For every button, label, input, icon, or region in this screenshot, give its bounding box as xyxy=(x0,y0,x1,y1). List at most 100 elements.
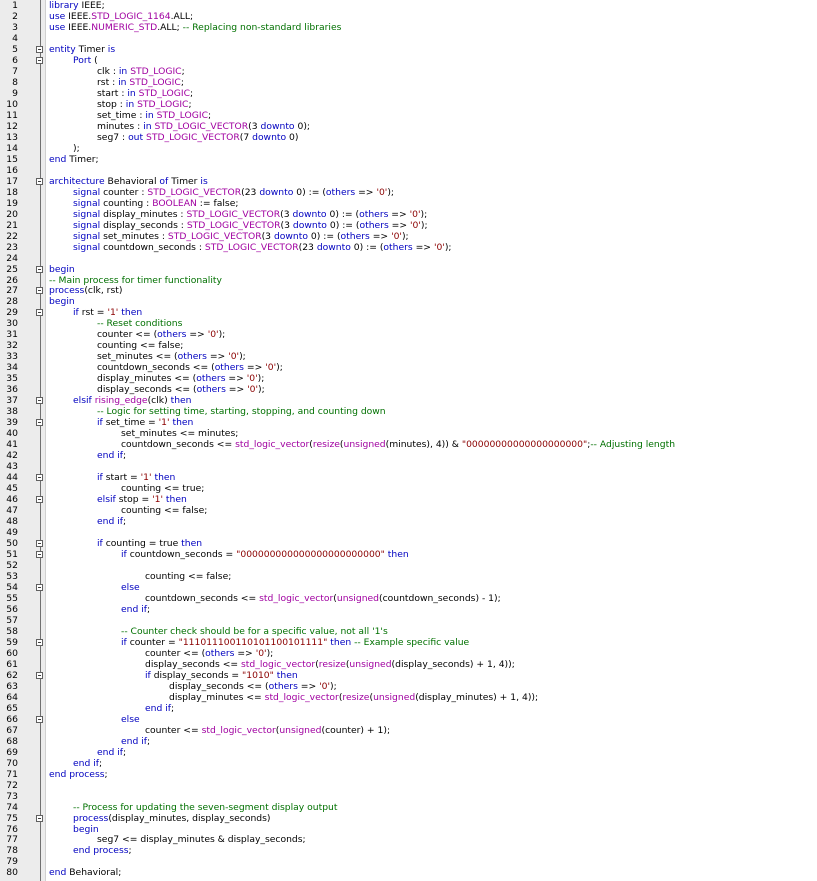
code-text[interactable]: if set_time = '1' then xyxy=(97,417,193,428)
code-text[interactable]: signal counting : BOOLEAN := false; xyxy=(73,198,238,209)
code-line[interactable]: 61 display_seconds <= std_logic_vector(re… xyxy=(0,659,817,670)
code-line[interactable]: 49 xyxy=(0,527,817,538)
code-line[interactable]: 10 stop : in STD_LOGIC; xyxy=(0,99,817,110)
code-line[interactable]: 66 else xyxy=(0,714,817,725)
code-text[interactable]: counter <= (others => '0'); xyxy=(97,329,225,340)
collapse-fold-icon[interactable] xyxy=(36,397,43,405)
code-line[interactable]: 67 counter <= std_logic_vector(unsigned(c… xyxy=(0,725,817,736)
code-text[interactable]: display_seconds <= (others => '0'); xyxy=(169,681,337,692)
code-text[interactable]: if rst = '1' then xyxy=(73,307,142,318)
code-line[interactable]: 60 counter <= (others => '0'); xyxy=(0,648,817,659)
code-line[interactable]: 75 process(display_minutes, display_secon… xyxy=(0,813,817,824)
code-line[interactable]: 20 signal display_minutes : STD_LOGIC_VEC… xyxy=(0,209,817,220)
code-text[interactable]: architecture Behavioral of Timer is xyxy=(49,176,208,187)
code-line[interactable]: 77 seg7 <= display_minutes & display_seco… xyxy=(0,834,817,845)
code-text[interactable]: if start = '1' then xyxy=(97,472,175,483)
code-text[interactable]: if display_seconds = "1010" then xyxy=(145,670,298,681)
code-text[interactable]: -- Reset conditions xyxy=(97,318,182,329)
code-line[interactable]: 34 countdown_seconds <= (others => '0'); xyxy=(0,362,817,373)
code-line[interactable]: 53 counting <= false; xyxy=(0,571,817,582)
code-line[interactable]: 76 begin xyxy=(0,824,817,835)
code-text[interactable]: end if; xyxy=(145,703,174,714)
code-line[interactable]: 58 -- Counter check should be for a speci… xyxy=(0,626,817,637)
code-text[interactable]: signal set_minutes : STD_LOGIC_VECTOR(3 … xyxy=(73,231,409,242)
code-line[interactable]: 45 counting <= true; xyxy=(0,483,817,494)
code-text[interactable]: display_minutes <= std_logic_vector(resi… xyxy=(169,692,538,703)
code-line[interactable]: 73 xyxy=(0,791,817,802)
code-text[interactable]: countdown_seconds <= std_logic_vector(re… xyxy=(121,439,675,450)
code-line[interactable]: 18 signal counter : STD_LOGIC_VECTOR(23 d… xyxy=(0,187,817,198)
code-text[interactable]: end process; xyxy=(73,845,132,856)
code-line[interactable]: 37 elsif rising_edge(clk) then xyxy=(0,395,817,406)
code-text[interactable]: use IEEE.STD_LOGIC_1164.ALL; xyxy=(49,11,193,22)
code-text[interactable]: seg7 : out STD_LOGIC_VECTOR(7 downto 0) xyxy=(97,132,298,143)
code-text[interactable]: signal countdown_seconds : STD_LOGIC_VEC… xyxy=(73,242,452,253)
code-line[interactable]: 3 use IEEE.NUMERIC_STD.ALL; -- Replacing … xyxy=(0,22,817,33)
code-text[interactable]: process(clk, rst) xyxy=(49,285,122,296)
code-text[interactable]: seg7 <= display_minutes & display_second… xyxy=(97,834,306,845)
code-line[interactable]: 48 end if; xyxy=(0,516,817,527)
code-text[interactable]: end if; xyxy=(97,747,126,758)
collapse-fold-icon[interactable] xyxy=(36,583,43,591)
collapse-fold-icon[interactable] xyxy=(36,496,43,504)
code-text[interactable]: end if; xyxy=(121,736,150,747)
code-text[interactable]: library IEEE; xyxy=(49,0,105,11)
code-text[interactable]: clk : in STD_LOGIC; xyxy=(97,66,185,77)
code-editor[interactable]: 1 library IEEE; 2 use IEEE.STD_LOGIC_1164.A… xyxy=(0,0,817,881)
code-text[interactable]: signal counter : STD_LOGIC_VECTOR(23 dow… xyxy=(73,187,394,198)
code-text[interactable]: display_minutes <= (others => '0'); xyxy=(97,373,264,384)
code-text[interactable]: elsif rising_edge(clk) then xyxy=(73,395,192,406)
code-line[interactable]: 19 signal counting : BOOLEAN := false; xyxy=(0,198,817,209)
collapse-fold-icon[interactable] xyxy=(36,474,43,482)
code-line[interactable]: 9 start : in STD_LOGIC; xyxy=(0,88,817,99)
code-line[interactable]: 22 signal set_minutes : STD_LOGIC_VECTOR(… xyxy=(0,231,817,242)
code-line[interactable]: 30 -- Reset conditions xyxy=(0,318,817,329)
code-line[interactable]: 69 end if; xyxy=(0,747,817,758)
code-line[interactable]: 38 -- Logic for setting time, starting, s… xyxy=(0,406,817,417)
code-line[interactable]: 59 if counter = "111011100110101100101111… xyxy=(0,637,817,648)
collapse-fold-icon[interactable] xyxy=(36,715,43,723)
code-line[interactable]: 79 xyxy=(0,856,817,867)
code-line[interactable]: 15 end Timer; xyxy=(0,154,817,165)
code-line[interactable]: 63 display_seconds <= (others => '0'); xyxy=(0,681,817,692)
code-text[interactable]: if counter = "111011100110101100101111" … xyxy=(121,637,469,648)
code-text[interactable]: countdown_seconds <= std_logic_vector(un… xyxy=(145,593,501,604)
code-line[interactable]: 2 use IEEE.STD_LOGIC_1164.ALL; xyxy=(0,11,817,22)
code-line[interactable]: 47 counting <= false; xyxy=(0,505,817,516)
code-line[interactable]: 36 display_seconds <= (others => '0'); xyxy=(0,384,817,395)
code-line[interactable]: 62 if display_seconds = "1010" then xyxy=(0,670,817,681)
code-line[interactable]: 8 rst : in STD_LOGIC; xyxy=(0,77,817,88)
code-line[interactable]: 65 end if; xyxy=(0,703,817,714)
code-text[interactable]: counter <= (others => '0'); xyxy=(145,648,273,659)
code-line[interactable]: 39 if set_time = '1' then xyxy=(0,417,817,428)
code-line[interactable]: 40 set_minutes <= minutes; xyxy=(0,428,817,439)
collapse-fold-icon[interactable] xyxy=(36,287,43,295)
code-line[interactable]: 24 xyxy=(0,253,817,264)
code-line[interactable]: 41 countdown_seconds <= std_logic_vector(… xyxy=(0,439,817,450)
code-line[interactable]: 50 if counting = true then xyxy=(0,538,817,549)
code-text[interactable]: start : in STD_LOGIC; xyxy=(97,88,193,99)
code-line[interactable]: 70 end if; xyxy=(0,758,817,769)
code-line[interactable]: 1 library IEEE; xyxy=(0,0,817,11)
collapse-fold-icon[interactable] xyxy=(36,309,43,317)
code-text[interactable]: entity Timer is xyxy=(49,44,115,55)
code-line[interactable]: 72 xyxy=(0,780,817,791)
code-text[interactable]: countdown_seconds <= (others => '0'); xyxy=(97,362,283,373)
code-line[interactable]: 55 countdown_seconds <= std_logic_vector(… xyxy=(0,593,817,604)
collapse-fold-icon[interactable] xyxy=(36,45,43,53)
code-text[interactable]: begin xyxy=(49,264,75,275)
code-text[interactable]: minutes : in STD_LOGIC_VECTOR(3 downto 0… xyxy=(97,121,310,132)
collapse-fold-icon[interactable] xyxy=(36,814,43,822)
code-line[interactable]: 74 -- Process for updating the seven-segm… xyxy=(0,802,817,813)
code-text[interactable]: display_seconds <= std_logic_vector(resi… xyxy=(145,659,515,670)
code-line[interactable]: 6 Port ( xyxy=(0,55,817,66)
code-text[interactable]: end if; xyxy=(121,604,150,615)
code-text[interactable]: begin xyxy=(73,824,99,835)
code-text[interactable]: counting <= true; xyxy=(121,483,204,494)
code-line[interactable]: 5 entity Timer is xyxy=(0,44,817,55)
code-line[interactable]: 31 counter <= (others => '0'); xyxy=(0,329,817,340)
code-line[interactable]: 26 -- Main process for timer functionalit… xyxy=(0,275,817,286)
code-line[interactable]: 28 begin xyxy=(0,296,817,307)
code-text[interactable]: end Timer; xyxy=(49,154,99,165)
code-line[interactable]: 17 architecture Behavioral of Timer is xyxy=(0,176,817,187)
